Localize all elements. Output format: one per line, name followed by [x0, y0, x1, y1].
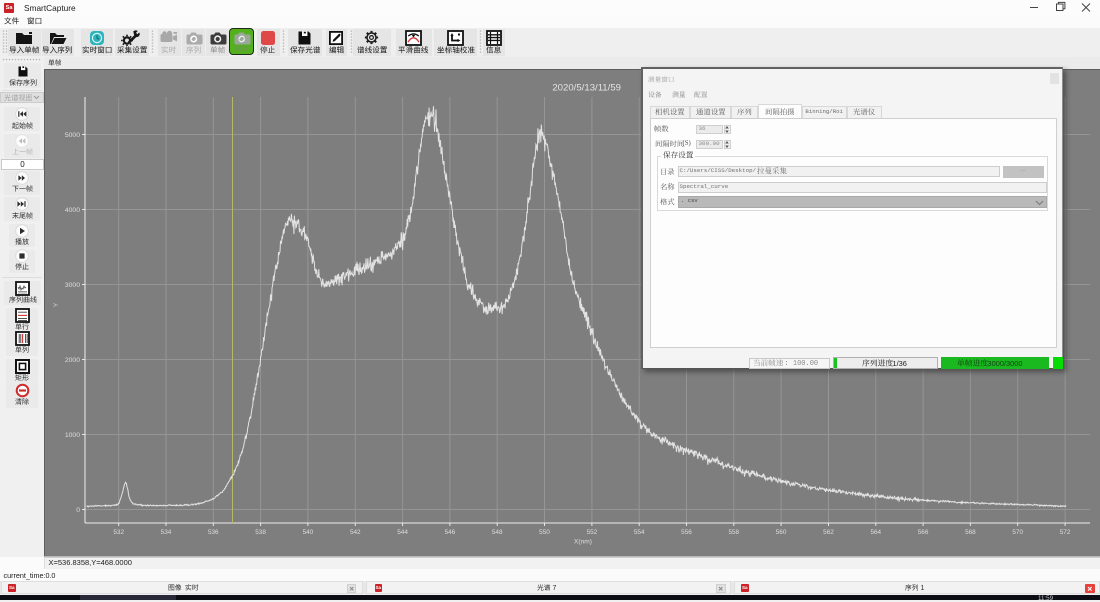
svg-text:568: 568: [965, 529, 976, 536]
svg-text:564: 564: [870, 529, 881, 536]
svg-text:566: 566: [918, 529, 929, 536]
svg-text:5000: 5000: [65, 132, 80, 139]
svg-text:532: 532: [113, 529, 124, 536]
svg-text:4000: 4000: [65, 207, 80, 214]
svg-text:546: 546: [445, 529, 456, 536]
svg-text:542: 542: [350, 529, 361, 536]
svg-text:536: 536: [208, 529, 219, 536]
svg-text:1000: 1000: [65, 432, 80, 439]
svg-text:560: 560: [776, 529, 787, 536]
svg-text:X(nm): X(nm): [574, 539, 592, 546]
svg-text:550: 550: [539, 529, 550, 536]
svg-text:552: 552: [587, 529, 598, 536]
svg-text:554: 554: [634, 529, 645, 536]
svg-text:538: 538: [255, 529, 266, 536]
svg-text:548: 548: [492, 529, 503, 536]
svg-text:562: 562: [823, 529, 834, 536]
svg-text:2020/5/13/11/59: 2020/5/13/11/59: [552, 83, 621, 94]
svg-text:540: 540: [303, 529, 314, 536]
svg-text:2000: 2000: [65, 357, 80, 364]
svg-text:544: 544: [397, 529, 408, 536]
svg-text:534: 534: [161, 529, 172, 536]
svg-text:558: 558: [728, 529, 739, 536]
svg-text:570: 570: [1012, 529, 1023, 536]
svg-text:572: 572: [1060, 529, 1071, 536]
svg-text:3000: 3000: [65, 282, 80, 289]
svg-text:0: 0: [76, 507, 80, 514]
svg-text:Y: Y: [53, 302, 60, 307]
svg-text:556: 556: [681, 529, 692, 536]
